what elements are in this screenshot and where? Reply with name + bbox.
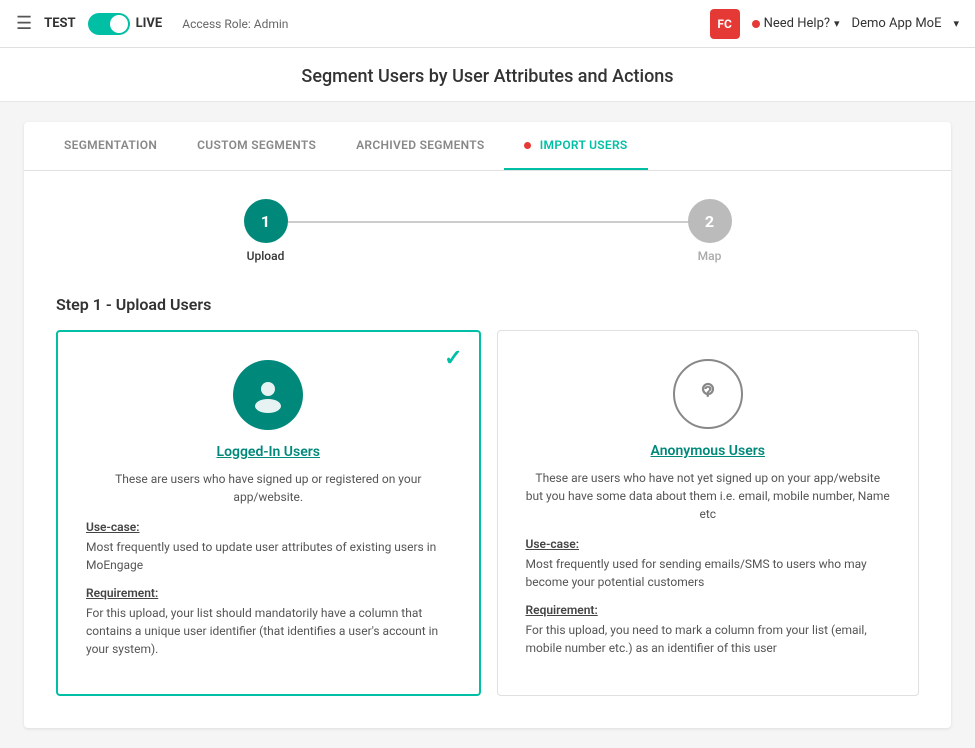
step-1-item: 1 Upload	[244, 199, 288, 263]
logged-in-usecase-text: Most frequently used to update user attr…	[86, 538, 451, 574]
main-content: SEGMENTATION CUSTOM SEGMENTS ARCHIVED SE…	[0, 102, 975, 748]
import-users-dot	[524, 142, 531, 149]
step-1-number: 1	[261, 212, 270, 231]
access-role-label: Access Role: Admin	[182, 17, 288, 31]
logged-in-requirement-text: For this upload, your list should mandat…	[86, 604, 451, 658]
cards-row: ✓ Logged-In Users These are users who ha…	[56, 330, 919, 696]
step-items: 1 Upload 2 Map	[244, 199, 732, 263]
anonymous-usecase-label: Use-case:	[526, 537, 891, 551]
need-help-button[interactable]: Need Help? ▾	[752, 16, 840, 31]
step-1-label: Upload	[247, 249, 285, 263]
anonymous-desc: These are users who have not yet signed …	[526, 469, 891, 523]
section-title: Step 1 - Upload Users	[56, 295, 919, 314]
tab-segmentation[interactable]: SEGMENTATION	[44, 122, 177, 170]
step-2-label: Map	[698, 249, 722, 263]
step-2-item: 2 Map	[688, 199, 732, 263]
logged-in-title: Logged-In Users	[86, 444, 451, 460]
anonymous-requirement-label: Requirement:	[526, 603, 891, 617]
anonymous-usecase-text: Most frequently used for sending emails/…	[526, 555, 891, 591]
need-help-label: Need Help?	[764, 16, 830, 31]
hamburger-icon[interactable]: ☰	[16, 13, 32, 34]
anonymous-user-icon: ?	[673, 359, 743, 429]
top-navigation: ☰ TEST LIVE Access Role: Admin FC Need H…	[0, 0, 975, 48]
anonymous-title: Anonymous Users	[526, 443, 891, 459]
anonymous-requirement-text: For this upload, you need to mark a colu…	[526, 621, 891, 657]
step-1-circle: 1	[244, 199, 288, 243]
logged-in-user-icon	[233, 360, 303, 430]
tab-custom-segments[interactable]: CUSTOM SEGMENTS	[177, 122, 336, 170]
toggle-switch[interactable]	[88, 13, 130, 35]
fc-badge: FC	[710, 9, 740, 39]
demo-app-chevron-icon: ▾	[953, 17, 959, 30]
anonymous-card[interactable]: ? Anonymous Users These are users who ha…	[497, 330, 920, 696]
page-title-bar: Segment Users by User Attributes and Act…	[0, 48, 975, 102]
anonymous-icon-area: ?	[526, 359, 891, 429]
tab-archived-segments[interactable]: ARCHIVED SEGMENTS	[336, 122, 504, 170]
logged-in-usecase-label: Use-case:	[86, 520, 451, 534]
step-2-circle: 2	[688, 199, 732, 243]
chevron-down-icon: ▾	[834, 17, 840, 30]
tabs-bar: SEGMENTATION CUSTOM SEGMENTS ARCHIVED SE…	[24, 122, 951, 171]
logged-in-card[interactable]: ✓ Logged-In Users These are users who ha…	[56, 330, 481, 696]
step-2-number: 2	[705, 212, 714, 231]
page-title: Segment Users by User Attributes and Act…	[0, 66, 975, 87]
help-dot	[752, 20, 760, 28]
logged-in-icon-area	[86, 360, 451, 430]
selected-checkmark: ✓	[444, 346, 462, 371]
live-label: LIVE	[136, 16, 163, 31]
tab-import-users-label: IMPORT USERS	[540, 138, 628, 152]
tab-card: SEGMENTATION CUSTOM SEGMENTS ARCHIVED SE…	[24, 122, 951, 728]
env-label: TEST	[44, 16, 75, 31]
logged-in-requirement-label: Requirement:	[86, 586, 451, 600]
logged-in-desc: These are users who have signed up or re…	[86, 470, 451, 506]
svg-text:?: ?	[704, 382, 712, 401]
tab-body: 1 Upload 2 Map Step 1 - Upload Users	[24, 171, 951, 728]
tab-import-users[interactable]: IMPORT USERS	[504, 122, 647, 170]
stepper: 1 Upload 2 Map	[56, 199, 919, 263]
live-toggle[interactable]: LIVE	[88, 13, 163, 35]
demo-app-label[interactable]: Demo App MoE	[852, 16, 942, 31]
